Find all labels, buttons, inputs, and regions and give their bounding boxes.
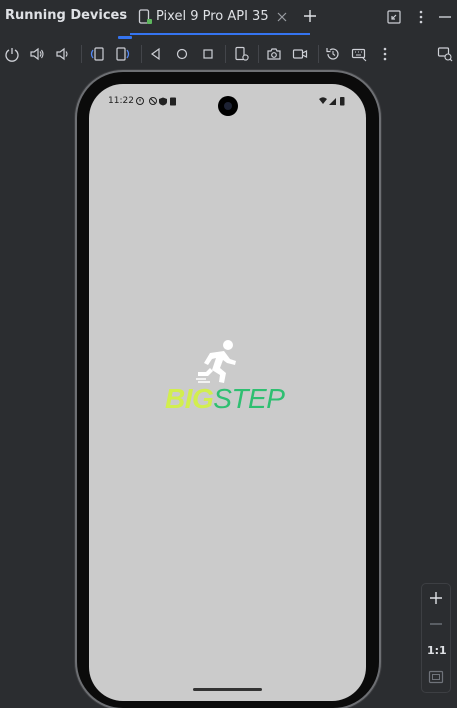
logo-big: BIG xyxy=(165,383,214,414)
rotate-right-icon[interactable] xyxy=(115,46,131,62)
app-logo-text: BIGSTEP xyxy=(165,383,285,415)
minimize-icon[interactable] xyxy=(437,9,453,25)
screen-record-icon[interactable] xyxy=(292,46,308,62)
status-notification-icons xyxy=(136,97,176,106)
rotate-active-indicator xyxy=(118,36,132,39)
zoom-in-icon[interactable] xyxy=(427,589,445,607)
more-vert-icon[interactable] xyxy=(377,46,393,62)
running-figure-icon xyxy=(196,340,236,383)
phone-screen[interactable]: 11:22 BIGSTEP xyxy=(89,84,366,701)
panel-header: Running Devices Pixel 9 Pro API 35 xyxy=(0,0,457,35)
overview-icon[interactable] xyxy=(200,46,216,62)
toolbar-separator xyxy=(81,45,82,63)
logo-step: STEP xyxy=(213,383,285,414)
status-time: 11:22 xyxy=(108,96,134,106)
device-settings-icon[interactable] xyxy=(234,46,250,62)
power-icon[interactable] xyxy=(4,46,20,62)
back-icon[interactable] xyxy=(148,46,164,62)
front-camera xyxy=(218,96,238,116)
snapshot-restore-icon[interactable] xyxy=(325,46,341,62)
camera-lens xyxy=(224,102,232,110)
screenshot-camera-icon[interactable] xyxy=(266,46,282,62)
phone-device-icon xyxy=(138,9,152,24)
volume-up-icon[interactable] xyxy=(29,46,45,62)
restore-window-icon[interactable] xyxy=(386,9,402,25)
device-toolbar xyxy=(0,40,457,68)
panel-title: Running Devices xyxy=(5,8,128,23)
zoom-out-icon[interactable] xyxy=(427,615,445,633)
zoom-controls: 1:1 xyxy=(421,583,451,693)
toolbar-separator xyxy=(318,45,319,63)
zoom-fit-icon[interactable] xyxy=(427,668,445,686)
tab-pixel-9-pro[interactable]: Pixel 9 Pro API 35 xyxy=(130,0,300,34)
toolbar-separator xyxy=(141,45,142,63)
more-vert-icon[interactable] xyxy=(413,9,429,25)
zoom-actual-size-button[interactable]: 1:1 xyxy=(427,644,447,657)
close-icon[interactable] xyxy=(276,11,288,23)
add-tab-icon[interactable] xyxy=(302,8,318,24)
status-system-icons xyxy=(319,97,345,106)
keyboard-icon[interactable] xyxy=(351,46,367,62)
device-mirror-icon[interactable] xyxy=(437,46,453,62)
active-tab-indicator xyxy=(130,33,310,35)
home-icon[interactable] xyxy=(174,46,190,62)
volume-down-icon[interactable] xyxy=(54,46,70,62)
toolbar-separator xyxy=(225,45,226,63)
gesture-nav-handle[interactable] xyxy=(193,688,262,691)
toolbar-separator xyxy=(258,45,259,63)
rotate-left-icon[interactable] xyxy=(89,46,105,62)
tab-label: Pixel 9 Pro API 35 xyxy=(156,9,269,24)
